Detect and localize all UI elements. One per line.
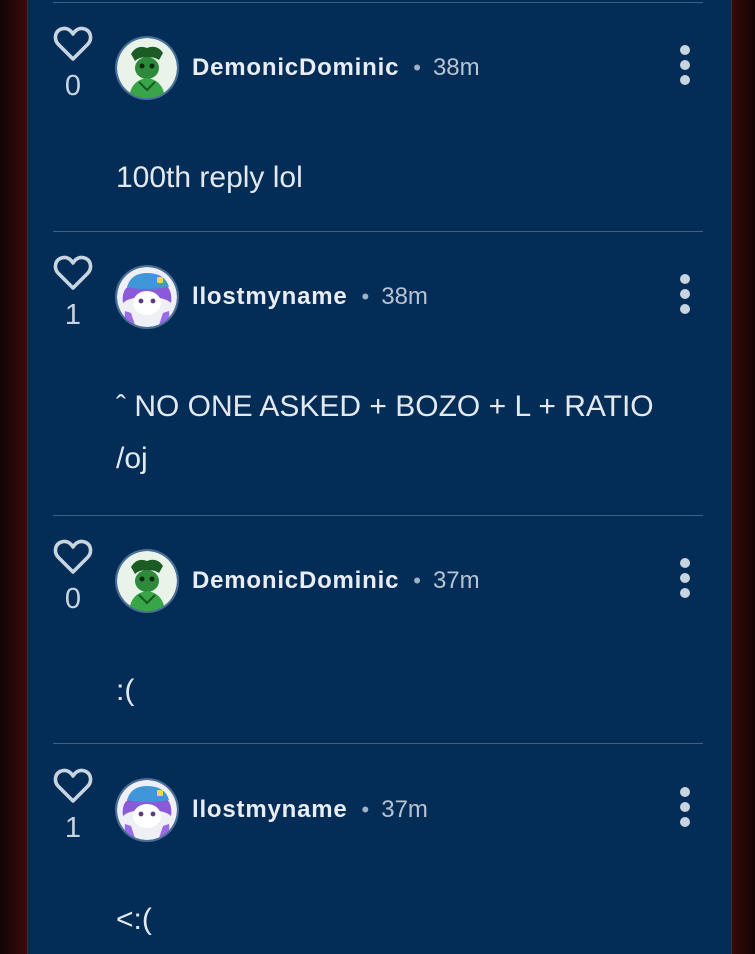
username[interactable]: DemonicDominic (192, 54, 399, 82)
comment-text: :( (116, 674, 135, 707)
divider (53, 515, 703, 516)
separator-dot: • (361, 284, 370, 309)
more-options-button[interactable] (673, 787, 697, 831)
heart-icon[interactable] (52, 539, 94, 575)
divider (53, 743, 703, 744)
avatar[interactable] (117, 267, 177, 327)
like-button[interactable]: 1 (52, 768, 94, 844)
username[interactable]: llostmyname (192, 796, 348, 824)
avatar[interactable] (117, 38, 177, 98)
username[interactable]: llostmyname (192, 283, 348, 311)
timestamp: 37m (381, 796, 428, 823)
divider (53, 2, 703, 3)
like-button[interactable]: 0 (52, 539, 94, 615)
comment-header: llostmyname • 38m (192, 283, 428, 311)
more-options-button[interactable] (673, 558, 697, 602)
divider (53, 231, 703, 232)
comment-text: 100th reply lol (116, 161, 303, 194)
comment-header: llostmyname • 37m (192, 796, 428, 824)
avatar[interactable] (117, 780, 177, 840)
more-vertical-icon (680, 45, 690, 55)
like-count: 1 (64, 299, 82, 331)
more-vertical-icon (680, 558, 690, 568)
more-vertical-icon (680, 274, 690, 284)
like-count: 1 (64, 812, 82, 844)
like-count: 0 (64, 70, 82, 102)
separator-dot: • (361, 797, 370, 822)
like-button[interactable]: 1 (52, 255, 94, 331)
avatar[interactable] (117, 551, 177, 611)
comment-thread: 0 DemonicDominic • 38m 100th reply lol 1… (27, 0, 732, 954)
like-button[interactable]: 0 (52, 26, 94, 102)
comment-header: DemonicDominic • 37m (192, 567, 480, 595)
username[interactable]: DemonicDominic (192, 567, 399, 595)
timestamp: 37m (432, 567, 480, 594)
comment-text: ˆ NO ONE ASKED + BOZO + L + RATIO /oj (116, 390, 654, 475)
more-options-button[interactable] (673, 45, 697, 89)
comment-text: <:( (116, 903, 152, 936)
more-vertical-icon (680, 787, 690, 797)
heart-icon[interactable] (52, 255, 94, 291)
separator-dot: • (413, 568, 421, 593)
right-background-edge (730, 0, 755, 954)
timestamp: 38m (381, 283, 428, 310)
left-background-edge (0, 0, 27, 954)
heart-icon[interactable] (52, 26, 94, 62)
like-count: 0 (64, 583, 82, 615)
timestamp: 38m (432, 54, 480, 81)
heart-icon[interactable] (52, 768, 94, 804)
comment-header: DemonicDominic • 38m (192, 54, 480, 82)
separator-dot: • (413, 55, 421, 80)
more-options-button[interactable] (673, 274, 697, 318)
